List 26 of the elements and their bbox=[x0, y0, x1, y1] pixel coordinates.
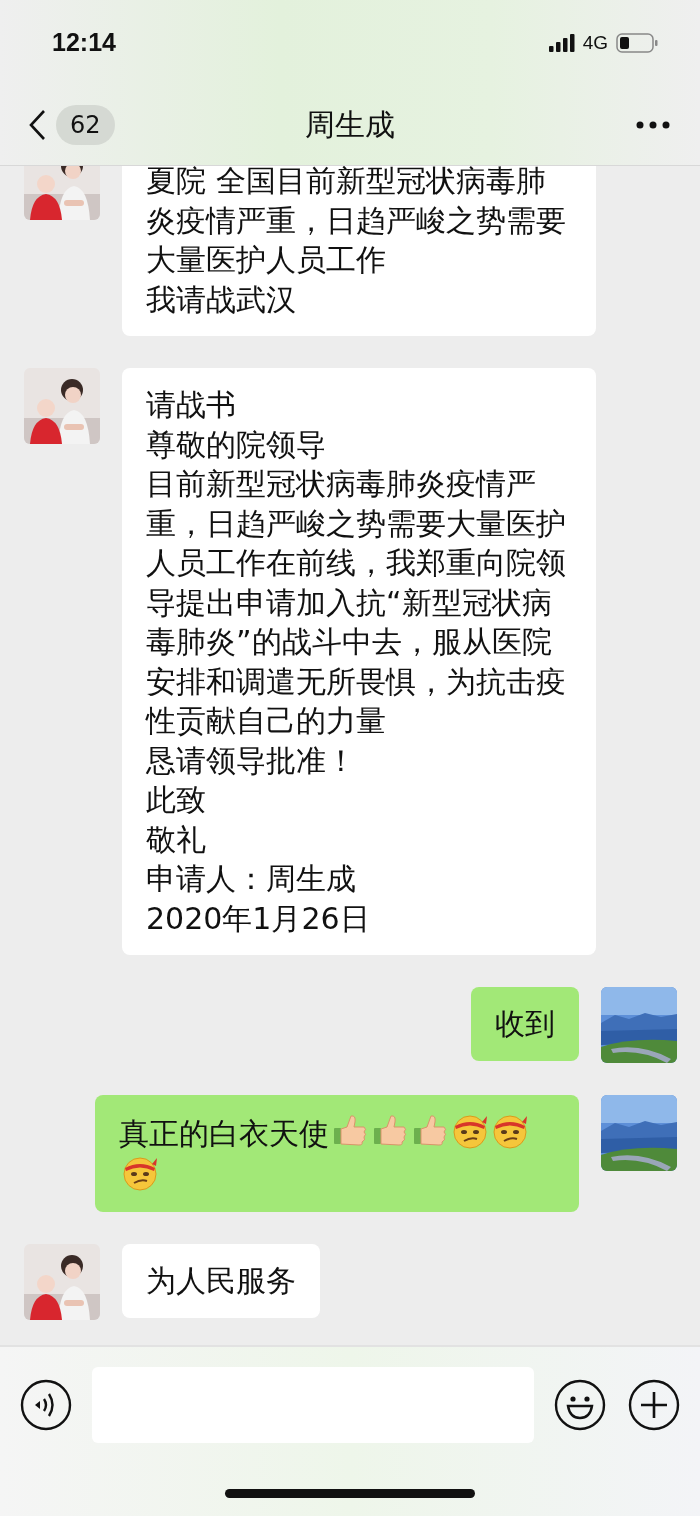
grumpy-face-icon bbox=[491, 1112, 529, 1150]
back-icon[interactable] bbox=[28, 109, 46, 141]
message-text: 夏院 全国目前新型冠状病毒肺炎疫情严重，日趋严峻之势需要大量医护人员工作 bbox=[146, 166, 567, 279]
message-text: 请战书 bbox=[146, 386, 236, 424]
message-text: 尊敬的院领导 bbox=[146, 425, 326, 464]
grumpy-face-icon bbox=[451, 1112, 489, 1150]
message-text: 目前新型冠状病毒肺炎疫情严重，日趋严峻之势需要大量医护人员工作在前线，我郑重向院领导提出申请加入抗“新型冠状病毒肺炎”的战斗中去，服从医院安排和调遣无所畏惧，为抗击疫性贡献自己的力量 bbox=[146, 465, 567, 740]
network-label: 4G bbox=[582, 31, 608, 54]
emoji-icon[interactable] bbox=[554, 1379, 606, 1431]
voice-icon[interactable] bbox=[20, 1379, 72, 1431]
message-text: 为人民服务 bbox=[146, 1262, 296, 1300]
message-text: 真正的白衣天使 bbox=[119, 1116, 329, 1151]
plus-icon[interactable] bbox=[628, 1379, 680, 1431]
battery-icon bbox=[616, 32, 658, 53]
message-text: 恳请领导批准！ bbox=[146, 741, 356, 780]
chat-title: 周生成 bbox=[305, 105, 395, 144]
message-text: 敬礼 bbox=[146, 820, 206, 859]
message-text: 申请人：周生成 bbox=[146, 860, 356, 898]
more-icon[interactable] bbox=[636, 121, 670, 129]
message-text: 此致 bbox=[146, 781, 206, 819]
message-text: 我请战武汉 bbox=[146, 280, 296, 319]
status-time: 12:14 bbox=[52, 28, 117, 57]
signal-icon bbox=[548, 33, 575, 52]
unread-count-badge: 62 bbox=[56, 105, 115, 145]
message-text: 2020年1月26日 bbox=[146, 899, 370, 938]
message-text: 收到 bbox=[495, 1005, 555, 1043]
